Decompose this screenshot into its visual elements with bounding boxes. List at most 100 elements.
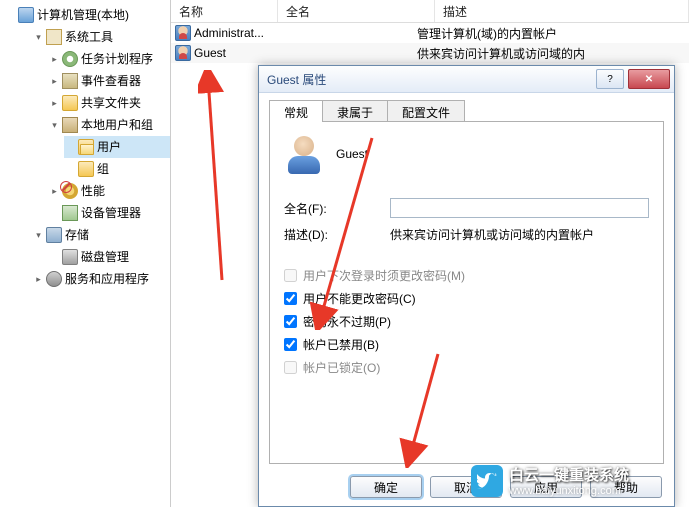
event-icon xyxy=(62,73,78,89)
list-header: 名称 全名 描述 xyxy=(171,0,689,23)
shared-folder-icon xyxy=(62,95,78,111)
description-label: 描述(D): xyxy=(284,226,384,243)
user-avatar-icon xyxy=(284,134,324,174)
dialog-footer: 确定 取消 应用 帮助 xyxy=(259,468,674,506)
expand-icon[interactable]: ▸ xyxy=(50,77,59,86)
tree-node-disk-management[interactable]: 磁盘管理 xyxy=(48,246,170,268)
chk-label: 用户不能更改密码(C) xyxy=(303,290,416,307)
tree-node-local-users-groups[interactable]: ▾ 本地用户和组 xyxy=(48,114,170,136)
disk-icon xyxy=(62,249,78,265)
guest-properties-dialog: Guest 属性 ? ✕ 常规 隶属于 配置文件 Guest 全名(F): 描述… xyxy=(258,65,675,507)
tree-label: 事件查看器 xyxy=(81,71,141,91)
tree-label: 用户 xyxy=(97,137,121,157)
tab-member-of[interactable]: 隶属于 xyxy=(322,100,388,122)
tree-node-task-scheduler[interactable]: ▸ 任务计划程序 xyxy=(48,48,170,70)
folder-icon xyxy=(78,161,94,177)
tree-node-performance[interactable]: ▸ 性能 xyxy=(48,180,170,202)
chk-label: 帐户已锁定(O) xyxy=(303,359,380,376)
chk-account-locked: 帐户已锁定(O) xyxy=(284,359,649,376)
tree-label: 计算机管理(本地) xyxy=(37,5,129,25)
tree-node-system-tools[interactable]: ▾ 系统工具 xyxy=(32,26,170,48)
tab-panel-general: Guest 全名(F): 描述(D): 供来宾访问计算机或访问域的内置帐户 用户… xyxy=(269,121,664,464)
chk-password-never-expires[interactable]: 密码永不过期(P) xyxy=(284,313,649,330)
chk-must-change-password: 用户下次登录时须更改密码(M) xyxy=(284,267,649,284)
spacer xyxy=(50,209,59,218)
cell-name: Guest xyxy=(194,46,226,60)
chk-label: 密码永不过期(P) xyxy=(303,313,391,330)
col-header-fullname[interactable]: 全名 xyxy=(278,0,435,22)
users-groups-icon xyxy=(62,117,78,133)
chk-account-disabled-box[interactable] xyxy=(284,338,297,351)
tree-label: 存储 xyxy=(65,225,89,245)
description-value: 供来宾访问计算机或访问域的内置帐户 xyxy=(390,226,649,243)
spacer xyxy=(66,165,75,174)
fullname-label: 全名(F): xyxy=(284,200,384,217)
clock-icon xyxy=(62,51,78,67)
list-row-guest[interactable]: Guest 供来宾访问计算机或访问域的内 xyxy=(171,43,689,63)
storage-icon xyxy=(46,227,62,243)
user-icon xyxy=(175,25,191,41)
help-button[interactable]: ? xyxy=(596,69,624,89)
tree-label: 组 xyxy=(97,159,109,179)
tab-profile[interactable]: 配置文件 xyxy=(387,100,465,122)
chk-must-change-password-box xyxy=(284,269,297,282)
tree-label: 设备管理器 xyxy=(81,203,141,223)
chk-label: 帐户已禁用(B) xyxy=(303,336,379,353)
chk-cannot-change-password-box[interactable] xyxy=(284,292,297,305)
tab-general[interactable]: 常规 xyxy=(269,100,323,122)
collapse-icon[interactable]: ▾ xyxy=(50,121,59,130)
spacer xyxy=(50,253,59,262)
folder-open-icon xyxy=(78,139,94,155)
chk-cannot-change-password[interactable]: 用户不能更改密码(C) xyxy=(284,290,649,307)
chk-account-disabled[interactable]: 帐户已禁用(B) xyxy=(284,336,649,353)
cell-name: Administrat... xyxy=(194,26,264,40)
tree-node-users[interactable]: 用户 xyxy=(64,136,170,158)
collapse-icon[interactable]: ▾ xyxy=(34,231,43,240)
ok-button[interactable]: 确定 xyxy=(350,476,422,498)
apply-button[interactable]: 应用 xyxy=(510,476,582,498)
tools-icon xyxy=(46,29,62,45)
expand-icon[interactable]: ▸ xyxy=(50,187,59,196)
tree-node-event-viewer[interactable]: ▸ 事件查看器 xyxy=(48,70,170,92)
tree-node-storage[interactable]: ▾ 存储 xyxy=(32,224,170,246)
tree-node-groups[interactable]: 组 xyxy=(64,158,170,180)
collapse-icon[interactable]: ▾ xyxy=(34,33,43,42)
computer-icon xyxy=(18,7,34,23)
tree-node-shared-folders[interactable]: ▸ 共享文件夹 xyxy=(48,92,170,114)
username-display: Guest xyxy=(336,147,368,161)
list-body: Administrat... 管理计算机(域)的内置帐户 Guest 供来宾访问… xyxy=(171,23,689,63)
tree-label: 本地用户和组 xyxy=(81,115,153,135)
tree-label: 任务计划程序 xyxy=(81,49,153,69)
nav-tree-panel: 计算机管理(本地) ▾ 系统工具 ▸ 任务计划程序 ▸ 事件查看器 ▸ xyxy=(0,0,171,507)
device-icon xyxy=(62,205,78,221)
close-button[interactable]: ✕ xyxy=(628,69,670,89)
tree-node-computer-management[interactable]: 计算机管理(本地) xyxy=(16,4,170,26)
expand-icon[interactable]: ▸ xyxy=(50,55,59,64)
dialog-title: Guest 属性 xyxy=(267,71,596,88)
dialog-titlebar[interactable]: Guest 属性 ? ✕ xyxy=(259,66,674,93)
tree-label: 磁盘管理 xyxy=(81,247,129,267)
expand-icon[interactable]: ▸ xyxy=(50,99,59,108)
tabs: 常规 隶属于 配置文件 xyxy=(269,100,664,122)
chk-password-never-expires-box[interactable] xyxy=(284,315,297,328)
performance-icon xyxy=(62,183,78,199)
tree-label: 系统工具 xyxy=(65,27,113,47)
col-header-desc[interactable]: 描述 xyxy=(435,0,689,22)
cancel-button[interactable]: 取消 xyxy=(430,476,502,498)
expand-icon[interactable]: ▸ xyxy=(34,275,43,284)
tree-label: 共享文件夹 xyxy=(81,93,141,113)
services-icon xyxy=(46,271,62,287)
user-icon xyxy=(175,45,191,61)
cell-desc: 供来宾访问计算机或访问域的内 xyxy=(417,45,685,62)
tree-node-services-apps[interactable]: ▸ 服务和应用程序 xyxy=(32,268,170,290)
tree-label: 性能 xyxy=(81,181,105,201)
list-row-administrator[interactable]: Administrat... 管理计算机(域)的内置帐户 xyxy=(171,23,689,43)
chk-account-locked-box xyxy=(284,361,297,374)
help-button-footer[interactable]: 帮助 xyxy=(590,476,662,498)
tree-label: 服务和应用程序 xyxy=(65,269,149,289)
chk-label: 用户下次登录时须更改密码(M) xyxy=(303,267,465,284)
fullname-input[interactable] xyxy=(390,198,649,218)
col-header-name[interactable]: 名称 xyxy=(171,0,278,22)
cell-desc: 管理计算机(域)的内置帐户 xyxy=(417,25,685,42)
tree-node-device-manager[interactable]: 设备管理器 xyxy=(48,202,170,224)
